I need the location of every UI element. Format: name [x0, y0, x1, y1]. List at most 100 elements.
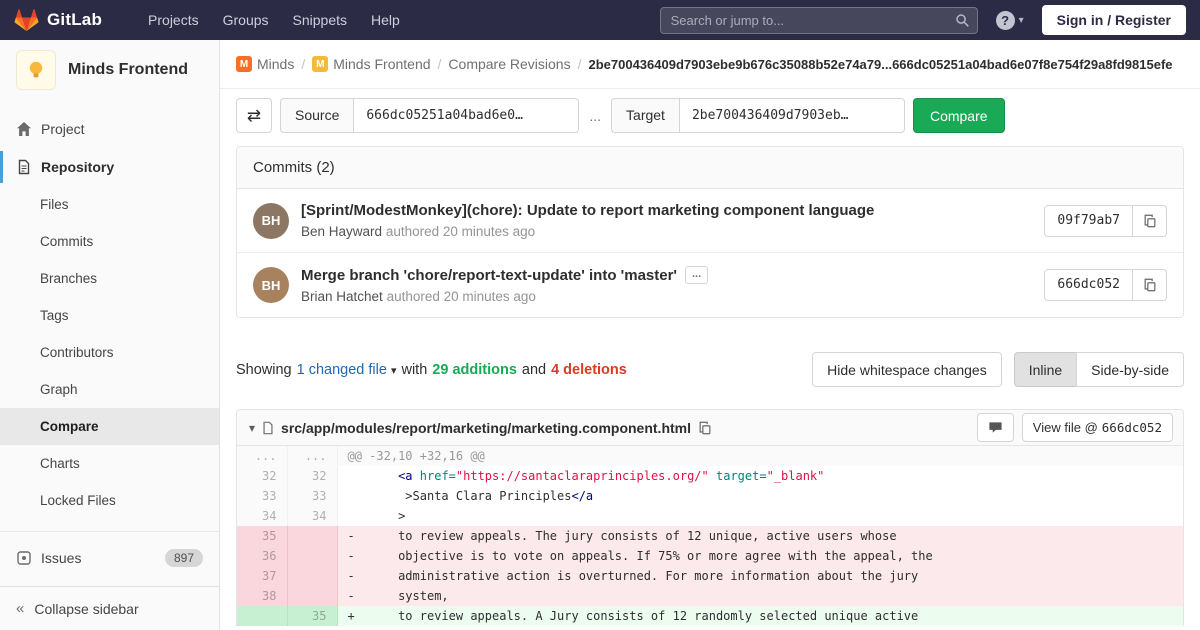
diff-line-number-old[interactable]: 37	[237, 566, 288, 586]
commit-body: [Sprint/ModestMonkey](chore): Update to …	[301, 202, 1044, 239]
commit-sha: 09f79ab7	[1044, 204, 1133, 237]
diff-line: 34 34 >	[237, 506, 1183, 526]
clipboard-icon	[1144, 214, 1155, 227]
diff-line-number-new[interactable]: ...	[287, 446, 338, 466]
diff-line-number-new[interactable]: 33	[287, 486, 338, 506]
home-icon	[17, 122, 31, 136]
diff-line-number-old[interactable]: 36	[237, 546, 288, 566]
commit-author-link[interactable]: Ben Hayward	[301, 224, 382, 239]
collapse-sidebar-button[interactable]: « Collapse sidebar	[0, 586, 219, 630]
sidebar-item-charts[interactable]: Charts	[0, 445, 219, 482]
copy-file-path-button[interactable]	[698, 421, 712, 435]
diff-line-content: - to review appeals. The jury consists o…	[337, 526, 1183, 546]
diff-line-number-old[interactable]	[237, 606, 288, 626]
breadcrumb-link-compare-revisions[interactable]: Compare Revisions	[448, 56, 570, 72]
diff-line-number-new[interactable]	[287, 566, 338, 586]
copy-commit-sha-button[interactable]	[1133, 204, 1167, 237]
nav-item-projects[interactable]: Projects	[136, 0, 211, 40]
breadcrumb-avatar: M	[312, 56, 329, 72]
source-dropdown[interactable]: 666dc05251a04bad6e0…	[353, 98, 580, 133]
diff-line-number-new[interactable]	[287, 526, 338, 546]
breadcrumb-separator: /	[437, 56, 442, 72]
sidebar-item-issues[interactable]: Issues 897	[0, 538, 219, 578]
repo-subnav: Files Commits Branches Tags Contributors Grap…	[0, 186, 219, 519]
diff-line-number-old[interactable]: 34	[237, 506, 288, 526]
copy-commit-sha-button[interactable]	[1133, 269, 1167, 301]
diff-file-header: ▾ src/app/modules/report/marketing/marke…	[237, 410, 1183, 446]
sidebar-item-locked-files[interactable]: Locked Files	[0, 482, 219, 519]
sign-in-button[interactable]: Sign in / Register	[1041, 5, 1186, 35]
comment-button[interactable]	[976, 413, 1014, 442]
target-dropdown[interactable]: 2be700436409d7903eb…	[678, 98, 905, 133]
sidebar-item-files[interactable]: Files	[0, 186, 219, 223]
sidebar-nav: Project Repository Files Commits Branches T…	[0, 102, 219, 578]
file-path-link[interactable]: src/app/modules/report/marketing/marketi…	[281, 420, 691, 436]
diff-line-number-new[interactable]: 35	[287, 606, 338, 626]
code-segment: - to review appeals. The jury consists o…	[347, 529, 897, 543]
swap-revisions-button[interactable]: ⇄	[236, 98, 272, 133]
diff-line-number-new[interactable]: 32	[287, 466, 338, 486]
diff-line-content: - system,	[337, 586, 1183, 606]
sidebar-item-contributors[interactable]: Contributors	[0, 334, 219, 371]
commit-title-link[interactable]: Merge branch 'chore/report-text-update' …	[301, 267, 677, 284]
diff-line-number-old[interactable]: 38	[237, 586, 288, 606]
compare-form: ⇄ Source 666dc05251a04bad6e0… ... Target…	[236, 98, 1184, 133]
diff-line-content: - administrative action is overturned. F…	[337, 566, 1183, 586]
diff-line-content: - objective is to vote on appeals. If 75…	[337, 546, 1183, 566]
commit-title-row: [Sprint/ModestMonkey](chore): Update to …	[301, 202, 1044, 219]
diff-line-number-new[interactable]	[287, 546, 338, 566]
compare-separator: ...	[589, 107, 602, 124]
diff-line: 32 32 <a href="https://santaclaraprincipl…	[237, 466, 1183, 486]
breadcrumb-link-minds[interactable]: M Minds	[236, 56, 294, 72]
changed-files-dropdown[interactable]: 1 changed file ▾	[297, 362, 397, 378]
hide-whitespace-button[interactable]: Hide whitespace changes	[812, 352, 1002, 387]
view-file-button[interactable]: View file @ 666dc052	[1021, 413, 1173, 442]
commit-author-link[interactable]: Brian Hatchet	[301, 289, 383, 304]
search-box	[659, 6, 978, 34]
commit-sha-group: 666dc052	[1044, 269, 1167, 301]
sidebar-item-commits[interactable]: Commits	[0, 223, 219, 260]
diff-line: 36 - objective is to vote on appeals. If …	[237, 546, 1183, 566]
nav-item-groups[interactable]: Groups	[211, 0, 281, 40]
breadcrumb-link-minds-frontend[interactable]: M Minds Frontend	[312, 56, 431, 72]
diff-line-number-old[interactable]: 33	[237, 486, 288, 506]
sidebar-item-graph[interactable]: Graph	[0, 371, 219, 408]
side-by-side-view-button[interactable]: Side-by-side	[1076, 352, 1184, 387]
code-segment: "https://santaclaraprinciples.org/"	[455, 469, 709, 483]
diff-line-number-old[interactable]: 32	[237, 466, 288, 486]
diff-line-number-old[interactable]: 35	[237, 526, 288, 546]
inline-view-button[interactable]: Inline	[1013, 352, 1078, 387]
help-menu-button[interactable]: ? ▾	[995, 10, 1024, 30]
commit-meta: Brian Hatchet authored 20 minutes ago	[301, 289, 1044, 304]
code-segment: "_blank"	[766, 469, 825, 483]
nav-item-snippets[interactable]: Snippets	[281, 0, 359, 40]
expand-commit-message-button[interactable]: ...	[685, 266, 709, 284]
commit-title-link[interactable]: [Sprint/ModestMonkey](chore): Update to …	[301, 202, 874, 219]
gitlab-home-link[interactable]: GitLab	[14, 8, 102, 32]
diff-line-number-old[interactable]: ...	[237, 446, 288, 466]
diff-view-actions: Hide whitespace changes Inline Side-by-s…	[812, 352, 1184, 387]
diff-line: 35 - to review appeals. The jury consists…	[237, 526, 1183, 546]
nav-item-help[interactable]: Help	[359, 0, 412, 40]
sidebar-item-branches[interactable]: Branches	[0, 260, 219, 297]
project-context-link[interactable]: Minds Frontend	[0, 40, 219, 102]
diff-line-number-new[interactable]	[287, 586, 338, 606]
sidebar-item-tags[interactable]: Tags	[0, 297, 219, 334]
caret-down-icon: ▾	[390, 364, 397, 377]
search-input[interactable]	[659, 6, 978, 34]
issues-section: Issues 897	[0, 531, 219, 578]
code-segment: </a	[571, 489, 594, 503]
sidebar-item-compare[interactable]: Compare	[0, 408, 219, 445]
diff-line-content: <a href="https://santaclaraprinciples.or…	[337, 466, 1183, 486]
target-label: Target	[611, 98, 679, 133]
view-toggle-group: Inline Side-by-side	[1013, 352, 1184, 387]
issues-icon	[17, 551, 31, 565]
compare-button[interactable]: Compare	[912, 98, 1005, 133]
sidebar-item-repository[interactable]: Repository	[0, 148, 219, 186]
diff-line: 37 - administrative action is overturned.…	[237, 566, 1183, 586]
sidebar-item-project[interactable]: Project	[0, 110, 219, 148]
diff-line-number-new[interactable]: 34	[287, 506, 338, 526]
collapse-diff-button[interactable]: ▾	[247, 421, 261, 435]
